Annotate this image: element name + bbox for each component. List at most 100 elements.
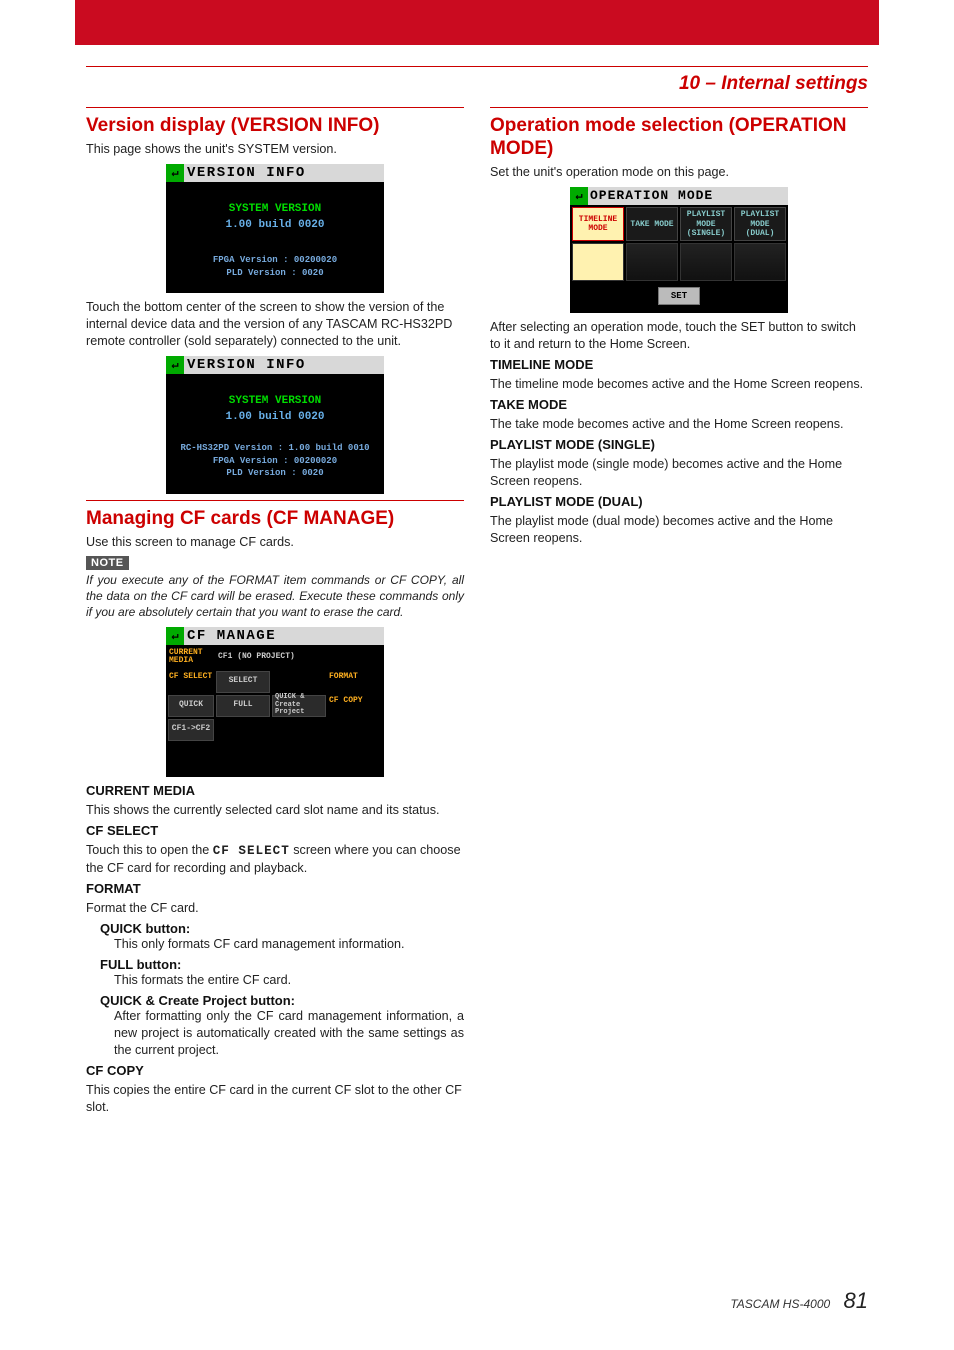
figure-cf-manage: ↵ CF MANAGE CURRENT MEDIA CF1 (NO PROJEC…: [166, 627, 384, 777]
empty-cell: [272, 671, 326, 693]
playlist-single-desc: The playlist mode (single mode) becomes …: [490, 456, 868, 490]
version-para2: Touch the bottom center of the screen to…: [86, 299, 464, 350]
figure-operation-mode: ↵ OPERATION MODE TIMELINE MODE TAKE MODE…: [570, 187, 788, 313]
figure-titlebar: ↵ VERSION INFO: [166, 164, 384, 182]
set-button[interactable]: SET: [658, 287, 700, 305]
figure-titlebar: ↵ CF MANAGE: [166, 627, 384, 645]
heading-version-info: Version display (VERSION INFO): [86, 114, 464, 137]
red-header-bar: [75, 0, 879, 45]
system-version-value: 1.00 build 0020: [166, 218, 384, 234]
footer-model: TASCAM HS-4000: [730, 1297, 830, 1311]
figure-title-text: VERSION INFO: [184, 356, 384, 374]
quick-create-desc: After formatting only the CF card manage…: [114, 1008, 464, 1059]
playlist-dual-thumbnail[interactable]: [734, 243, 786, 281]
chapter-rule: [86, 66, 868, 67]
set-button-row: SET: [570, 283, 788, 313]
rc-version: RC-HS32PD Version : 1.00 build 0010: [166, 442, 384, 455]
two-column-body: Version display (VERSION INFO) This page…: [86, 105, 868, 1245]
note-label: NOTE: [86, 556, 129, 570]
figure-title-text: CF MANAGE: [184, 627, 384, 645]
figure-title-text: OPERATION MODE: [588, 187, 788, 205]
playlist-single-thumbnail[interactable]: [680, 243, 732, 281]
playlist-single-label-a: PLAYLIST MODE: [681, 210, 731, 229]
cf-select-label: CF SELECT: [168, 671, 214, 693]
figure-padding: [166, 743, 384, 777]
playlist-single-button[interactable]: PLAYLIST MODE (SINGLE): [680, 207, 732, 241]
heading-playlist-single: PLAYLIST MODE (SINGLE): [490, 437, 868, 452]
figure-version-info-1: ↵ VERSION INFO SYSTEM VERSION 1.00 build…: [166, 164, 384, 293]
format-desc: Format the CF card.: [86, 900, 464, 917]
heading-current-media: CURRENT MEDIA: [86, 783, 464, 798]
footer-page-number: 81: [844, 1288, 868, 1313]
back-icon[interactable]: ↵: [570, 187, 588, 205]
heading-cf-select: CF SELECT: [86, 823, 464, 838]
timeline-mode-button[interactable]: TIMELINE MODE: [572, 207, 624, 241]
heading-playlist-dual: PLAYLIST MODE (DUAL): [490, 494, 868, 509]
section-rule: [86, 107, 464, 108]
fpga-version: FPGA Version : 00200020: [166, 254, 384, 267]
quick-desc: This only formats CF card management inf…: [114, 936, 464, 953]
system-version-label: SYSTEM VERSION: [166, 202, 384, 218]
cf-select-desc: Touch this to open the CF SELECT screen …: [86, 842, 464, 877]
cf-select-desc-a: Touch this to open the: [86, 843, 213, 857]
figure-version-info-2: ↵ VERSION INFO SYSTEM VERSION 1.00 build…: [166, 356, 384, 494]
playlist-dual-button[interactable]: PLAYLIST MODE (DUAL): [734, 207, 786, 241]
figure-body: SYSTEM VERSION 1.00 build 0020 FPGA Vers…: [166, 182, 384, 293]
figure-title-text: VERSION INFO: [184, 164, 384, 182]
quick-button[interactable]: QUICK: [168, 695, 214, 717]
section-rule: [490, 107, 868, 108]
empty-cell: [216, 719, 270, 741]
full-button[interactable]: FULL: [216, 695, 270, 717]
format-label: FORMAT: [328, 671, 382, 693]
pld-version: PLD Version : 0020: [166, 267, 384, 280]
section-cf-manage: Managing CF cards (CF MANAGE) Use this s…: [86, 500, 464, 1116]
take-thumbnail[interactable]: [626, 243, 678, 281]
back-icon[interactable]: ↵: [166, 627, 184, 645]
timeline-mode-desc: The timeline mode becomes active and the…: [490, 376, 868, 393]
heading-timeline-mode: TIMELINE MODE: [490, 357, 868, 372]
current-media-value: CF1 (NO PROJECT): [216, 647, 382, 669]
mode-button-row: TIMELINE MODE TAKE MODE PLAYLIST MODE (S…: [570, 205, 788, 243]
heading-format: FORMAT: [86, 881, 464, 896]
pld-version: PLD Version : 0020: [166, 467, 384, 480]
back-icon[interactable]: ↵: [166, 356, 184, 374]
version-intro: This page shows the unit's SYSTEM versio…: [86, 141, 464, 158]
back-icon[interactable]: ↵: [166, 164, 184, 182]
take-mode-label: TAKE MODE: [627, 220, 677, 230]
playlist-single-label-b: (SINGLE): [681, 229, 731, 239]
playlist-dual-label-b: (DUAL): [735, 229, 785, 239]
cf-select-code: CF SELECT: [213, 844, 290, 858]
heading-take-mode: TAKE MODE: [490, 397, 868, 412]
section-rule: [86, 500, 464, 501]
figure-titlebar: ↵ OPERATION MODE: [570, 187, 788, 205]
heading-quick-button: QUICK button:: [100, 921, 464, 936]
page-footer: TASCAM HS-4000 81: [730, 1288, 868, 1314]
heading-cf-manage: Managing CF cards (CF MANAGE): [86, 507, 464, 530]
take-mode-desc: The take mode becomes active and the Hom…: [490, 416, 868, 433]
operation-after-select: After selecting an operation mode, touch…: [490, 319, 868, 353]
page-content: 10 – Internal settings Version display (…: [86, 66, 868, 1314]
figure-titlebar: ↵ VERSION INFO: [166, 356, 384, 374]
full-desc: This formats the entire CF card.: [114, 972, 464, 989]
mode-thumbnail-row: [570, 243, 788, 283]
heading-operation-mode: Operation mode selection (OPERATION MODE…: [490, 114, 868, 160]
figure-body: SYSTEM VERSION 1.00 build 0020 RC-HS32PD…: [166, 374, 384, 494]
section-version-info: Version display (VERSION INFO) This page…: [86, 107, 464, 494]
quick-create-button[interactable]: QUICK & Create Project: [272, 695, 326, 717]
note-body: If you execute any of the FORMAT item co…: [86, 572, 464, 621]
playlist-dual-desc: The playlist mode (dual mode) becomes ac…: [490, 513, 868, 547]
system-version-label: SYSTEM VERSION: [166, 394, 384, 410]
timeline-thumbnail[interactable]: [572, 243, 624, 281]
take-mode-button[interactable]: TAKE MODE: [626, 207, 678, 241]
cf-copy-button[interactable]: CF1->CF2: [168, 719, 214, 741]
select-button[interactable]: SELECT: [216, 671, 270, 693]
fpga-version: FPGA Version : 00200020: [166, 455, 384, 468]
current-media-label: CURRENT MEDIA: [168, 647, 214, 669]
cf-grid: CURRENT MEDIA CF1 (NO PROJECT) CF SELECT…: [166, 645, 384, 743]
playlist-dual-label-a: PLAYLIST MODE: [735, 210, 785, 229]
cf-copy-label: CF COPY: [328, 695, 382, 717]
cf-copy-desc: This copies the entire CF card in the cu…: [86, 1082, 464, 1116]
current-media-desc: This shows the currently selected card s…: [86, 802, 464, 819]
heading-quick-create-button: QUICK & Create Project button:: [100, 993, 464, 1008]
cf-intro: Use this screen to manage CF cards.: [86, 534, 464, 551]
